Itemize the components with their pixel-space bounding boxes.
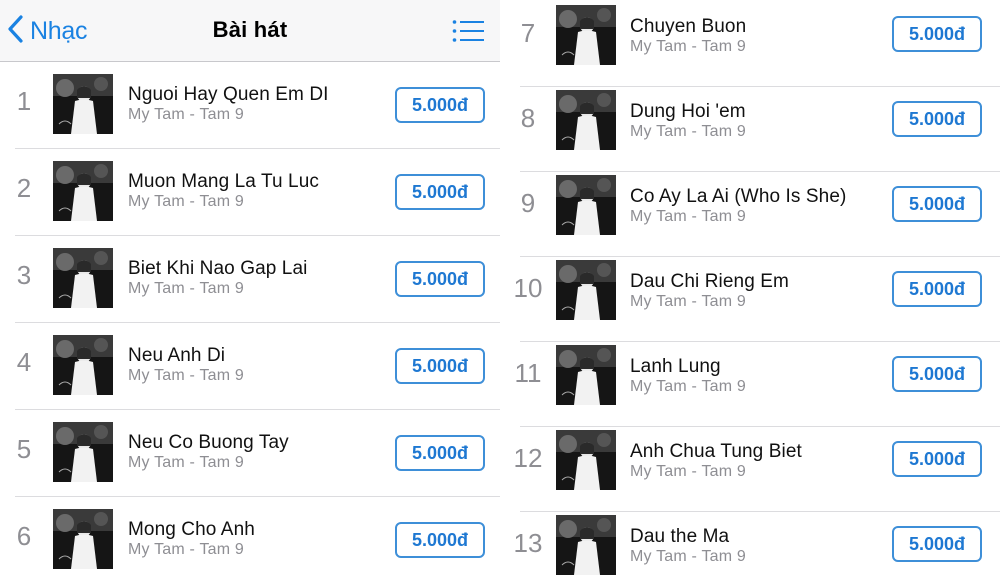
left-screen: Nhạc Bài hát 1 Nguoi Hay Quen Em DI My T… — [0, 0, 500, 580]
song-title: Dau the Ma — [630, 526, 730, 547]
song-artist-album: My Tam - Tam 9 — [128, 454, 245, 471]
song-title: Neu Co Buong Tay — [128, 432, 289, 453]
page-title: Bài hát — [212, 17, 288, 42]
song-artist-album: My Tam - Tam 9 — [128, 367, 245, 384]
song-rank: 13 — [513, 528, 543, 558]
song-artist-album: My Tam - Tam 9 — [630, 293, 747, 310]
song-title: Anh Chua Tung Biet — [630, 441, 802, 462]
song-row[interactable]: 13 Dau the Ma My Tam - Tam 9 5.000đ — [504, 510, 1000, 580]
song-title: Dung Hoi 'em — [630, 101, 746, 122]
album-cover-icon — [53, 74, 113, 134]
song-rank: 10 — [513, 273, 543, 303]
navigation-bar: Nhạc Bài hát — [0, 0, 500, 62]
album-cover-icon — [556, 515, 616, 575]
song-artist-album: My Tam - Tam 9 — [630, 38, 747, 55]
song-rank: 2 — [16, 173, 32, 203]
song-title: Nguoi Hay Quen Em DI — [128, 84, 329, 105]
album-cover-icon — [53, 248, 113, 308]
album-cover-icon — [53, 422, 113, 482]
song-rank: 11 — [514, 358, 542, 388]
song-title: Biet Khi Nao Gap Lai — [128, 258, 308, 279]
song-title: Co Ay La Ai (Who Is She) — [630, 186, 847, 207]
song-artist-album: My Tam - Tam 9 — [630, 463, 747, 480]
song-title: Dau Chi Rieng Em — [630, 271, 789, 292]
album-cover-icon — [53, 161, 113, 221]
buy-price-button[interactable]: 5.000đ — [892, 526, 982, 562]
song-rank: 8 — [520, 103, 536, 133]
buy-price-button[interactable]: 5.000đ — [395, 261, 485, 297]
song-artist-album: My Tam - Tam 9 — [630, 208, 747, 225]
song-title: Lanh Lung — [630, 356, 721, 377]
list-icon — [452, 20, 484, 47]
song-row[interactable]: 7 Chuyen Buon My Tam - Tam 9 5.000đ — [504, 0, 1000, 87]
buy-price-button[interactable]: 5.000đ — [892, 186, 982, 222]
list-view-button[interactable] — [452, 19, 484, 43]
album-cover-icon — [556, 430, 616, 490]
song-row[interactable]: 1 Nguoi Hay Quen Em DI My Tam - Tam 9 5.… — [0, 62, 500, 149]
buy-price-button[interactable]: 5.000đ — [395, 435, 485, 471]
song-rank: 12 — [513, 443, 543, 473]
song-title: Chuyen Buon — [630, 16, 747, 37]
song-row[interactable]: 11 Lanh Lung My Tam - Tam 9 5.000đ — [504, 340, 1000, 427]
buy-price-button[interactable]: 5.000đ — [892, 271, 982, 307]
song-rank: 5 — [16, 434, 32, 464]
song-rank: 6 — [16, 521, 32, 551]
album-cover-icon — [556, 5, 616, 65]
song-rank: 9 — [520, 188, 536, 218]
song-rank: 1 — [16, 86, 32, 116]
song-row[interactable]: 10 Dau Chi Rieng Em My Tam - Tam 9 5.000… — [504, 255, 1000, 342]
album-cover-icon — [556, 90, 616, 150]
song-rank: 3 — [16, 260, 32, 290]
buy-price-button[interactable]: 5.000đ — [395, 87, 485, 123]
buy-price-button[interactable]: 5.000đ — [395, 348, 485, 384]
buy-price-button[interactable]: 5.000đ — [395, 174, 485, 210]
buy-price-button[interactable]: 5.000đ — [892, 441, 982, 477]
album-cover-icon — [556, 175, 616, 235]
song-artist-album: My Tam - Tam 9 — [630, 378, 747, 395]
song-artist-album: My Tam - Tam 9 — [128, 193, 245, 210]
song-title: Neu Anh Di — [128, 345, 226, 366]
album-cover-icon — [556, 260, 616, 320]
song-row[interactable]: 4 Neu Anh Di My Tam - Tam 9 5.000đ — [0, 323, 500, 410]
song-artist-album: My Tam - Tam 9 — [128, 541, 245, 558]
song-rank: 4 — [16, 347, 32, 377]
song-artist-album: My Tam - Tam 9 — [630, 123, 747, 140]
buy-price-button[interactable]: 5.000đ — [395, 522, 485, 558]
song-row[interactable]: 12 Anh Chua Tung Biet My Tam - Tam 9 5.0… — [504, 425, 1000, 512]
song-title: Mong Cho Anh — [128, 519, 255, 540]
song-artist-album: My Tam - Tam 9 — [128, 280, 245, 297]
song-row[interactable]: 8 Dung Hoi 'em My Tam - Tam 9 5.000đ — [504, 85, 1000, 172]
song-artist-album: My Tam - Tam 9 — [128, 106, 245, 123]
song-artist-album: My Tam - Tam 9 — [630, 548, 747, 565]
song-row[interactable]: 3 Biet Khi Nao Gap Lai My Tam - Tam 9 5.… — [0, 236, 500, 323]
right-screen: 7 Chuyen Buon My Tam - Tam 9 5.000đ 8 Du… — [504, 0, 1000, 580]
song-row[interactable]: 6 Mong Cho Anh My Tam - Tam 9 5.000đ — [0, 497, 500, 580]
song-row[interactable]: 2 Muon Mang La Tu Luc My Tam - Tam 9 5.0… — [0, 149, 500, 236]
song-row[interactable]: 9 Co Ay La Ai (Who Is She) My Tam - Tam … — [504, 170, 1000, 257]
buy-price-button[interactable]: 5.000đ — [892, 16, 982, 52]
buy-price-button[interactable]: 5.000đ — [892, 101, 982, 137]
album-cover-icon — [53, 509, 113, 569]
song-rank: 7 — [520, 18, 536, 48]
song-row[interactable]: 5 Neu Co Buong Tay My Tam - Tam 9 5.000đ — [0, 410, 500, 497]
buy-price-button[interactable]: 5.000đ — [892, 356, 982, 392]
album-cover-icon — [556, 345, 616, 405]
song-title: Muon Mang La Tu Luc — [128, 171, 319, 192]
album-cover-icon — [53, 335, 113, 395]
